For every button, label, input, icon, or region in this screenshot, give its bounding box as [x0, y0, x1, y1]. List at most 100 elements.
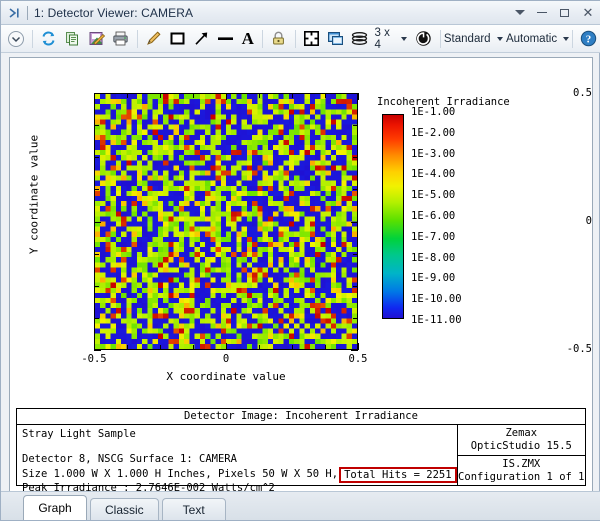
- refresh-icon[interactable]: [38, 27, 60, 51]
- info-panel-body: Stray Light Sample Detector 8, NSCG Surf…: [17, 425, 585, 486]
- view-tabs: Graph Classic Text: [1, 491, 600, 520]
- rectangle-icon[interactable]: [167, 27, 189, 51]
- window-title: 1: Detector Viewer: CAMERA: [34, 6, 193, 20]
- axis-tick: [127, 345, 128, 350]
- axis-tick: [358, 93, 359, 100]
- axis-tick: [94, 318, 99, 319]
- axis-tick: [353, 125, 358, 126]
- tab-graph[interactable]: Graph: [23, 495, 87, 520]
- colorbar-gradient: [382, 114, 404, 319]
- info-blank-line: [22, 441, 457, 454]
- pencil-icon[interactable]: [143, 27, 165, 51]
- colorbar-label: 1E-7.00: [411, 231, 455, 243]
- x-tick-right: 0.5: [336, 353, 380, 365]
- grid-size-label: 3 x 4: [373, 27, 397, 51]
- tab-text[interactable]: Text: [162, 498, 226, 520]
- scale-dropdown[interactable]: Automatic: [508, 27, 565, 51]
- axis-tick: [259, 345, 260, 350]
- size-line: Size 1.000 W X 1.000 H Inches, Pixels 50…: [22, 466, 457, 482]
- axis-tick: [94, 254, 99, 255]
- axis-tick: [325, 93, 326, 98]
- power-icon[interactable]: [413, 27, 435, 51]
- detector-line: Detector 8, NSCG Surface 1: CAMERA: [22, 453, 457, 466]
- axis-tick: [259, 93, 260, 98]
- toolbar: A: [1, 25, 600, 53]
- axis-tick: [94, 222, 101, 223]
- toolbar-separator: [440, 30, 441, 48]
- colorbar-label: 1E-11.00: [411, 314, 462, 326]
- colorbar-label: 1E-6.00: [411, 210, 455, 222]
- brand-line-1: Zemax: [505, 427, 537, 440]
- detector-pixel-canvas: [95, 94, 357, 349]
- window-menu-button[interactable]: [509, 2, 531, 24]
- axis-tick: [94, 125, 99, 126]
- scale-label: Automatic: [504, 33, 559, 45]
- colorbar-label: 1E-2.00: [411, 127, 455, 139]
- info-panel-header: Detector Image: Incoherent Irradiance: [17, 409, 585, 425]
- colorbar-label: 1E-10.00: [411, 293, 462, 305]
- window-copy-icon[interactable]: [325, 27, 347, 51]
- axis-tick: [292, 345, 293, 350]
- x-tick-left: -0.5: [72, 353, 116, 365]
- total-hits-badge: Total Hits = 2251: [339, 467, 456, 483]
- axis-tick: [193, 345, 194, 350]
- axis-tick: [160, 93, 161, 98]
- axis-tick: [94, 350, 101, 351]
- lock-icon[interactable]: [268, 27, 290, 51]
- colorbar-label: 1E-1.00: [411, 106, 455, 118]
- y-tick-bottom: -0.5: [514, 343, 592, 355]
- layers-icon[interactable]: [349, 27, 371, 51]
- toolbar-separator: [295, 30, 296, 48]
- axis-tick: [94, 343, 95, 350]
- svg-text:?: ?: [586, 33, 592, 45]
- info-panel-right: Zemax OpticStudio 15.5 IS.ZMX Configurat…: [457, 425, 585, 486]
- axis-tick: [94, 93, 101, 94]
- fit-window-icon[interactable]: [301, 27, 323, 51]
- detector-plot: Y coordinate value X coordinate value 0.…: [10, 58, 592, 406]
- configuration-label: Configuration 1 of 1: [458, 471, 584, 484]
- x-axis-label: X coordinate value: [94, 370, 358, 383]
- axis-tick: [325, 345, 326, 350]
- info-panel: Detector Image: Incoherent Irradiance St…: [16, 408, 586, 486]
- maximize-button[interactable]: [553, 2, 575, 24]
- toolbar-separator: [137, 30, 138, 48]
- style-dropdown[interactable]: Standard: [446, 27, 499, 51]
- axis-tick: [351, 350, 358, 351]
- tab-classic[interactable]: Classic: [90, 498, 159, 520]
- viewer-client-area: Y coordinate value X coordinate value 0.…: [9, 57, 593, 493]
- axis-tick: [94, 93, 95, 100]
- arrow-icon[interactable]: [191, 27, 213, 51]
- axis-tick: [353, 189, 358, 190]
- colorbar-label: 1E-9.00: [411, 272, 455, 284]
- axis-tick: [94, 286, 99, 287]
- colorbar-label: 1E-4.00: [411, 168, 455, 180]
- toolbar-separator: [262, 30, 263, 48]
- y-tick-mid: 0: [514, 215, 592, 227]
- axis-tick: [292, 93, 293, 98]
- axis-tick: [353, 286, 358, 287]
- copy-icon[interactable]: [62, 27, 84, 51]
- chevron-down-icon: [497, 37, 503, 41]
- close-button[interactable]: ✕: [575, 2, 600, 24]
- detector-heatmap[interactable]: [94, 93, 358, 350]
- sample-title: Stray Light Sample: [22, 428, 457, 441]
- minimize-button[interactable]: [531, 2, 553, 24]
- axis-tick: [358, 343, 359, 350]
- save-icon[interactable]: [86, 27, 108, 51]
- axis-tick: [353, 254, 358, 255]
- toolbar-separator: [32, 30, 33, 48]
- text-icon[interactable]: A: [239, 27, 257, 51]
- file-name: IS.ZMX: [502, 458, 540, 471]
- chevron-down-icon: [563, 37, 569, 41]
- grid-size-dropdown[interactable]: 3 x 4: [373, 27, 407, 51]
- window-controls: ✕: [509, 1, 600, 25]
- axis-tick: [94, 189, 99, 190]
- chevron-down-icon: [401, 37, 407, 41]
- toolbar-separator: [572, 30, 573, 48]
- help-icon[interactable]: ?: [578, 27, 600, 51]
- print-icon[interactable]: [110, 27, 132, 51]
- axis-tick: [226, 343, 227, 350]
- style-label: Standard: [442, 33, 493, 45]
- line-icon[interactable]: [215, 27, 237, 51]
- toolbar-expand-button[interactable]: [5, 27, 27, 51]
